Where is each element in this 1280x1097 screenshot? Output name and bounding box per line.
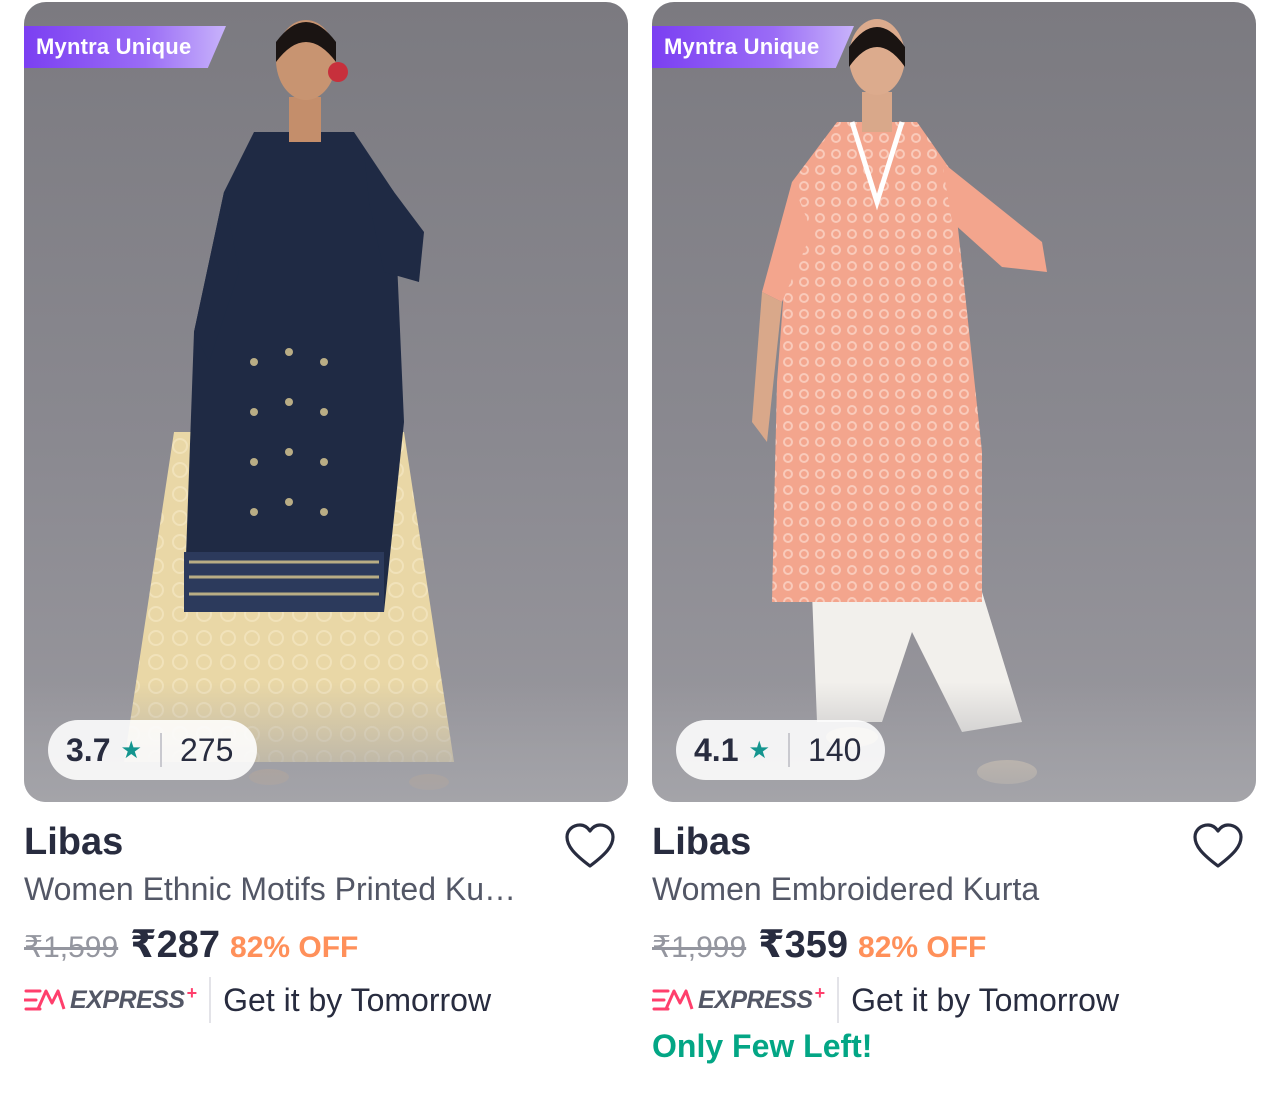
product-brand: Libas: [24, 821, 124, 863]
delivery-eta: Get it by Tomorrow: [851, 981, 1120, 1018]
wishlist-heart-icon[interactable]: [564, 822, 616, 870]
product-card[interactable]: Myntra Unique 4.1 ★ 140 Libas Women Embr…: [652, 0, 1256, 1097]
myntra-unique-tag: Myntra Unique: [24, 26, 226, 68]
product-grid: Myntra Unique 3.7 ★ 275 Libas Women Ethn…: [0, 0, 1280, 1097]
express-plus: +: [814, 982, 826, 1003]
product-image[interactable]: Myntra Unique 4.1 ★ 140: [652, 2, 1256, 802]
original-price: ₹1,999: [652, 931, 747, 964]
delivery-divider: [837, 977, 840, 1023]
price-row: ₹1,599 ₹287 82% OFF: [24, 922, 358, 968]
selling-price: ₹287: [130, 924, 221, 966]
rating-divider: [160, 733, 162, 767]
express-logo-icon: [652, 989, 694, 1011]
rating-divider: [788, 733, 790, 767]
rating-value: 3.7: [66, 731, 111, 768]
express-label: EXPRESS: [698, 985, 813, 1014]
discount-label: 82% OFF: [230, 931, 359, 964]
express-logo-icon: [24, 989, 66, 1011]
rating-badge: 4.1 ★ 140: [676, 720, 886, 780]
star-icon: ★: [120, 736, 142, 764]
rating-badge: 3.7 ★ 275: [48, 720, 258, 780]
product-card[interactable]: Myntra Unique 3.7 ★ 275 Libas Women Ethn…: [24, 0, 628, 1097]
myntra-unique-tag: Myntra Unique: [652, 26, 854, 68]
stock-status: Only Few Left!: [652, 1028, 873, 1064]
express-plus: +: [186, 982, 198, 1003]
discount-label: 82% OFF: [858, 931, 987, 964]
rating-value: 4.1: [694, 731, 739, 768]
product-title: Women Ethnic Motifs Printed Kurta with S…: [24, 871, 524, 907]
wishlist-heart-icon[interactable]: [1192, 822, 1244, 870]
original-price: ₹1,599: [24, 931, 119, 964]
product-brand: Libas: [652, 821, 752, 863]
express-label: EXPRESS: [70, 985, 185, 1014]
delivery-divider: [209, 977, 212, 1023]
star-icon: ★: [748, 736, 770, 764]
product-image[interactable]: Myntra Unique 3.7 ★ 275: [24, 2, 628, 802]
rating-count: 140: [808, 731, 862, 768]
product-title: Women Embroidered Kurta: [652, 871, 1040, 907]
rating-count: 275: [180, 731, 234, 768]
selling-price: ₹359: [758, 924, 849, 966]
price-row: ₹1,999 ₹359 82% OFF: [652, 922, 986, 968]
delivery-row: EXPRESS + Get it by Tomorrow: [24, 976, 491, 1024]
delivery-eta: Get it by Tomorrow: [223, 981, 492, 1018]
delivery-row: EXPRESS + Get it by Tomorrow: [652, 976, 1119, 1024]
